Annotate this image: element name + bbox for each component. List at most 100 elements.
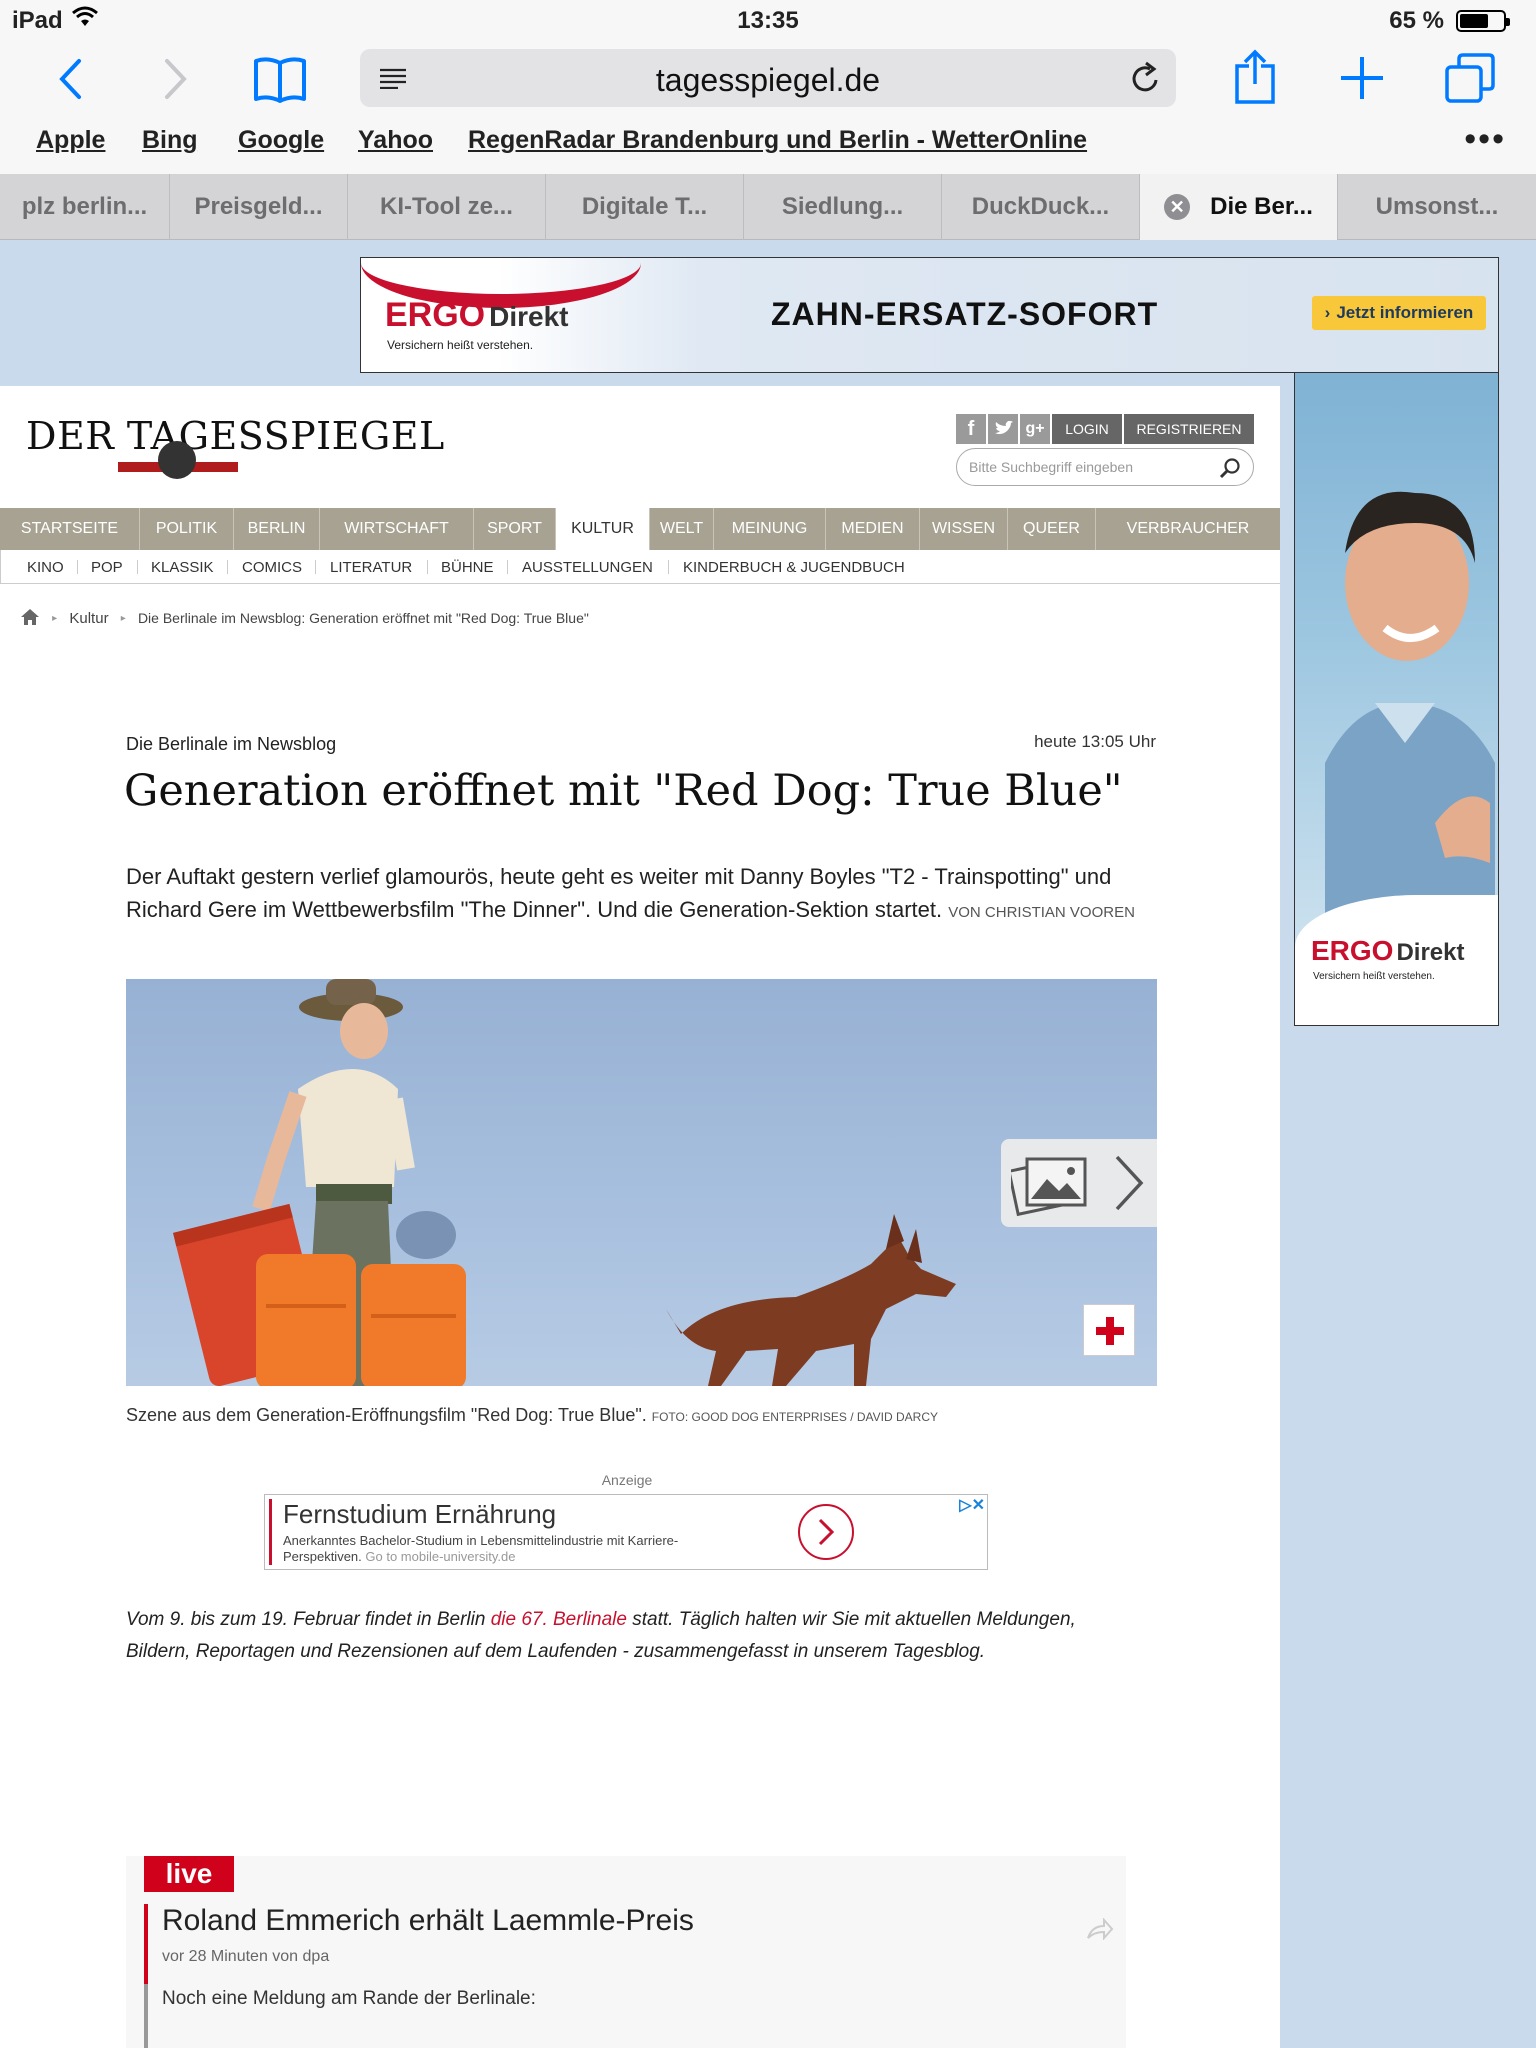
subnav-kino[interactable]: KINO — [27, 559, 64, 576]
next-arrow-icon[interactable] — [1113, 1155, 1145, 1216]
berlinale-link[interactable]: die 67. Berlinale — [491, 1609, 627, 1630]
home-icon[interactable] — [20, 608, 40, 630]
breadcrumb: ▸ Kultur ▸ Die Berlinale im Newsblog: Ge… — [20, 608, 589, 630]
ad-description: Anerkanntes Bachelor-Studium in Lebensmi… — [283, 1533, 723, 1565]
search-input[interactable]: Bitte Suchbegriff eingeben — [956, 448, 1254, 486]
social-links: f g+ — [956, 414, 1050, 444]
site-logo[interactable]: DER TAGESSPIEGEL — [26, 414, 445, 458]
subnav-buehne[interactable]: BÜHNE — [441, 559, 494, 576]
favorite-google[interactable]: Google — [238, 126, 324, 155]
article-author[interactable]: VON CHRISTIAN VOOREN — [948, 904, 1135, 921]
favorite-apple[interactable]: Apple — [36, 126, 105, 155]
caption-text: Szene aus dem Generation-Eröffnungsfilm … — [126, 1405, 647, 1425]
tab-label: KI-Tool ze... — [380, 193, 513, 220]
tab-label: DuckDuck... — [971, 193, 1110, 220]
google-plus-icon[interactable]: g+ — [1020, 414, 1050, 444]
ad-cta-button[interactable]: › Jetzt informieren — [1312, 296, 1486, 330]
clock: 13:35 — [737, 7, 799, 34]
register-button[interactable]: REGISTRIEREN — [1124, 414, 1254, 444]
nav-medien[interactable]: MEDIEN — [826, 508, 920, 550]
favorite-yahoo[interactable]: Yahoo — [358, 126, 433, 155]
ad-accent-bar — [269, 1499, 272, 1565]
address-bar[interactable]: tagesspiegel.de — [360, 49, 1176, 107]
article-lead: Der Auftakt gestern verlief glamourös, h… — [126, 860, 1161, 929]
nav-wissen[interactable]: WISSEN — [920, 508, 1008, 550]
text-ad[interactable]: Fernstudium Ernährung Anerkanntes Bachel… — [264, 1494, 988, 1570]
ergo-wordmark: ERGO — [1311, 935, 1394, 966]
tabs-overview-button[interactable] — [1442, 50, 1498, 106]
nav-politik[interactable]: POLITIK — [140, 508, 234, 550]
login-button[interactable]: LOGIN — [1052, 414, 1122, 444]
subnav-comics[interactable]: COMICS — [242, 559, 302, 576]
tab-plz-berlin[interactable]: plz berlin... — [0, 174, 170, 240]
subnav-kinderbuch[interactable]: KINDERBUCH & JUGENDBUCH — [683, 559, 905, 576]
tab-label: Preisgeld... — [194, 193, 323, 220]
new-tab-button[interactable] — [1336, 52, 1388, 104]
gallery-icon — [1007, 1151, 1091, 1222]
red-cross-icon[interactable] — [1083, 1304, 1135, 1356]
forward-button[interactable] — [154, 54, 198, 104]
tab-duckduck[interactable]: DuckDuck... — [942, 174, 1140, 240]
nav-wirtschaft[interactable]: WIRTSCHAFT — [320, 508, 474, 550]
twitter-icon[interactable] — [988, 414, 1018, 444]
subnav-klassik[interactable]: KLASSIK — [151, 559, 214, 576]
tab-die-berlinale[interactable]: ✕ Die Ber... — [1140, 174, 1338, 240]
article-photo[interactable] — [126, 979, 1157, 1386]
ergo-skyscraper-ad[interactable]: ERGO Direkt Versichern heißt verstehen. — [1294, 372, 1499, 1026]
article-page: DER TAGESSPIEGEL f g+ LOGIN REGISTRIEREN… — [0, 386, 1280, 2048]
ad-headline[interactable]: Fernstudium Ernährung — [283, 1499, 556, 1530]
subnav-literatur[interactable]: LITERATUR — [330, 559, 412, 576]
nav-kultur[interactable]: KULTUR — [556, 508, 650, 550]
live-entry-meta: vor 28 Minuten von dpa — [162, 1948, 330, 1965]
nav-berlin[interactable]: BERLIN — [234, 508, 320, 550]
ad-source[interactable]: Go to mobile-university.de — [365, 1549, 515, 1564]
reload-icon[interactable] — [1130, 61, 1162, 100]
tab-preisgeld[interactable]: Preisgeld... — [170, 174, 348, 240]
photo-caption: Szene aus dem Generation-Eröffnungsfilm … — [126, 1405, 938, 1426]
direkt-wordmark: Direkt — [1396, 939, 1465, 966]
facebook-icon[interactable]: f — [956, 414, 986, 444]
nav-sport[interactable]: SPORT — [474, 508, 556, 550]
share-icon[interactable] — [1086, 1917, 1114, 1945]
subnav-ausstellungen[interactable]: AUSSTELLUNGEN — [522, 559, 653, 576]
battery-icon — [1456, 10, 1510, 32]
tab-digitale[interactable]: Digitale T... — [546, 174, 744, 240]
tab-umsonst[interactable]: Umsonst... — [1338, 174, 1536, 240]
favorite-wetteronline[interactable]: RegenRadar Brandenburg und Berlin - Wett… — [468, 126, 1087, 155]
search-placeholder: Bitte Suchbegriff eingeben — [969, 459, 1133, 475]
breadcrumb-arrow-icon: ▸ — [120, 613, 126, 624]
back-button[interactable] — [48, 54, 92, 104]
live-entry-text: Noch eine Meldung am Rande der Berlinale… — [162, 1988, 536, 2009]
ad-headline: ZAHN-ERSATZ-SOFORT — [771, 296, 1159, 332]
more-icon[interactable]: ••• — [1464, 122, 1506, 156]
tab-label: plz berlin... — [21, 193, 148, 220]
live-divider — [144, 1984, 148, 2048]
article-title: Generation eröffnet mit "Red Dog: True B… — [124, 766, 1123, 816]
nav-verbraucher[interactable]: VERBRAUCHER — [1096, 508, 1280, 550]
live-entry-title[interactable]: Roland Emmerich erhält Laemmle-Preis — [162, 1904, 694, 1938]
breadcrumb-arrow-icon: ▸ — [52, 613, 58, 624]
nav-meinung[interactable]: MEINUNG — [714, 508, 826, 550]
close-tab-icon[interactable]: ✕ — [1164, 194, 1191, 220]
ergo-tagline: Versichern heißt verstehen. — [1313, 971, 1435, 982]
adchoices-icon[interactable]: ▷✕ — [959, 1495, 985, 1515]
favorite-bing[interactable]: Bing — [142, 126, 198, 155]
nav-queer[interactable]: QUEER — [1008, 508, 1096, 550]
tab-label: Siedlung... — [781, 193, 904, 220]
subnav-pop[interactable]: POP — [91, 559, 123, 576]
intro-paragraph: Vom 9. bis zum 19. Februar findet in Ber… — [126, 1604, 1086, 1668]
share-button[interactable] — [1230, 46, 1280, 108]
nav-startseite[interactable]: STARTSEITE — [0, 508, 140, 550]
globe-icon — [158, 441, 196, 479]
tab-siedlung[interactable]: Siedlung... — [744, 174, 942, 240]
nav-welt[interactable]: WELT — [650, 508, 714, 550]
search-icon[interactable] — [1219, 457, 1241, 482]
tab-ki-tool[interactable]: KI-Tool ze... — [348, 174, 546, 240]
bookmarks-button[interactable] — [250, 52, 310, 106]
direkt-wordmark: Direkt — [489, 301, 569, 332]
gallery-button[interactable] — [1001, 1139, 1157, 1227]
ad-go-button[interactable] — [798, 1504, 854, 1560]
ergo-banner-ad[interactable]: ERGO Direkt Versichern heißt verstehen. Z… — [360, 257, 1499, 373]
ergo-logo: ERGO Direkt — [1311, 935, 1465, 967]
breadcrumb-section[interactable]: Kultur — [69, 610, 108, 627]
